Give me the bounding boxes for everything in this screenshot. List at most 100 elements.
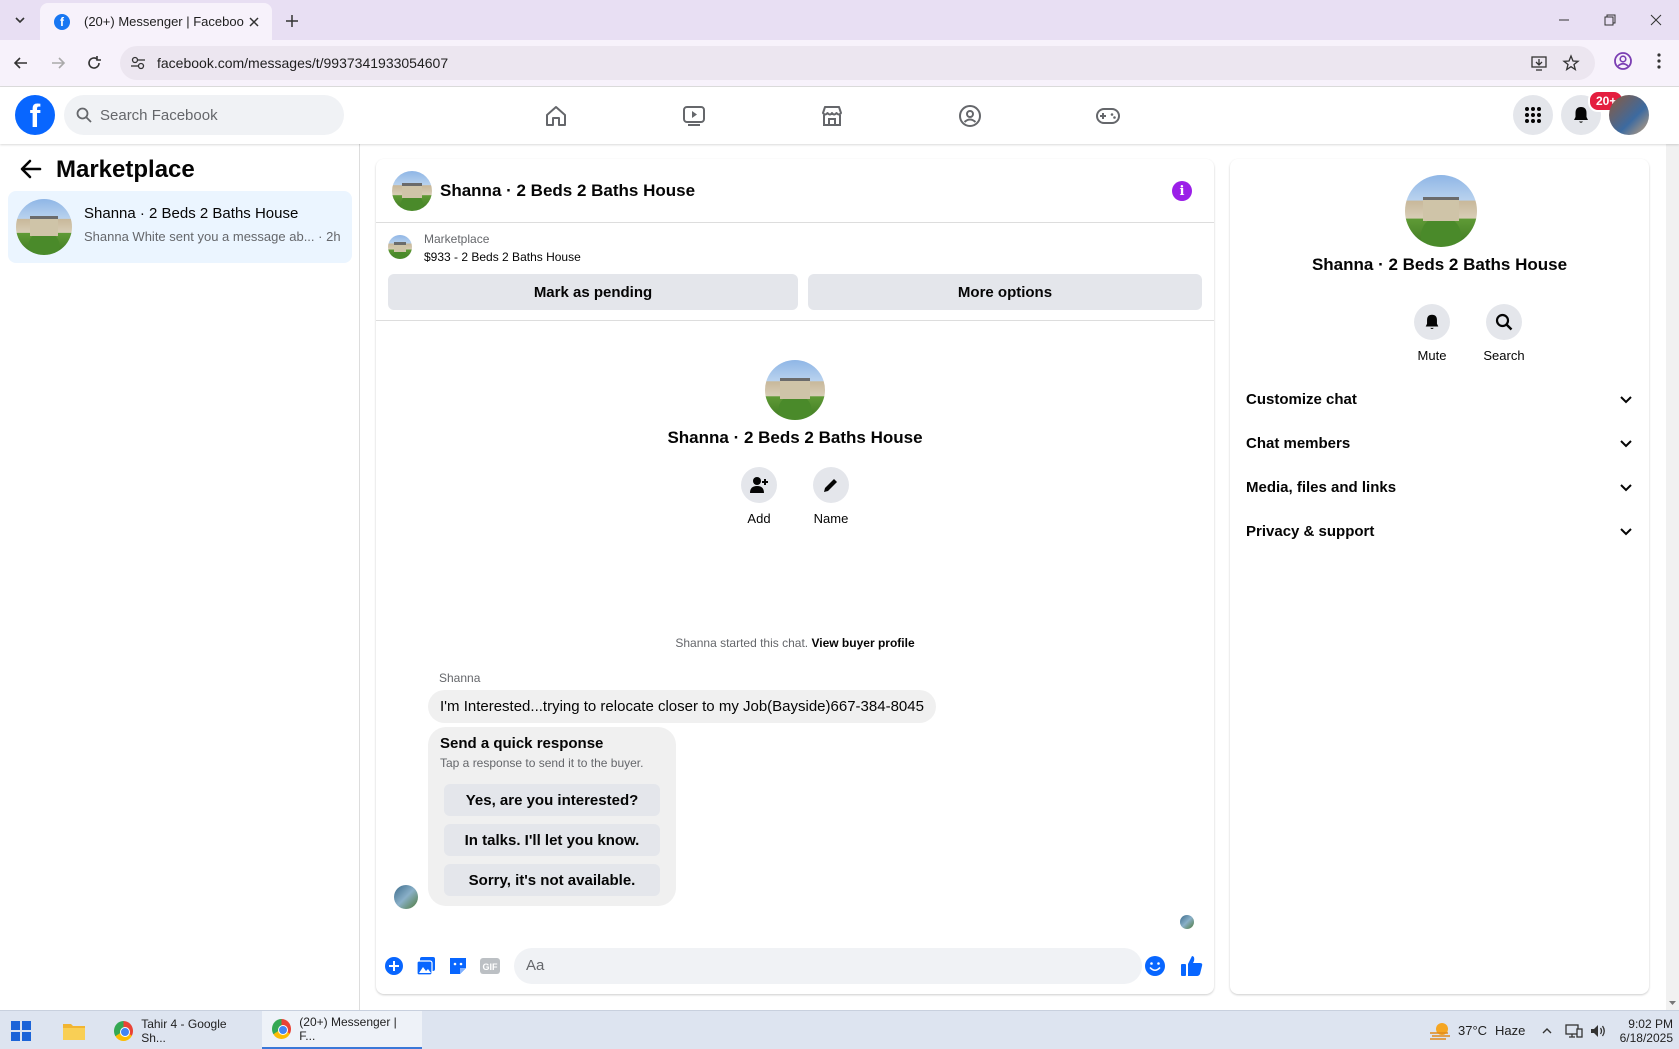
sender-name: Shanna: [439, 671, 481, 685]
network-icon[interactable]: [1565, 1011, 1583, 1049]
taskbar-item-label: (20+) Messenger | F...: [299, 1015, 397, 1043]
info-name: Shanna · 2 Beds 2 Baths House: [1311, 255, 1568, 274]
weather-temp: 37°C: [1458, 1023, 1488, 1038]
menu-grid-icon[interactable]: [1513, 95, 1553, 135]
facebook-header: f Search Facebook 20+: [0, 87, 1679, 144]
bell-icon: [1414, 304, 1450, 340]
chrome-icon: [272, 1019, 292, 1039]
taskbar-item-label: Tahir 4 - Google Sh...: [141, 1016, 227, 1045]
listing-thumbnail[interactable]: [388, 235, 412, 259]
system-clock[interactable]: 9:02 PM 6/18/2025: [1617, 1011, 1673, 1049]
home-icon[interactable]: [536, 96, 576, 136]
more-options-button[interactable]: More options: [808, 274, 1202, 310]
file-explorer-icon[interactable]: [62, 1011, 86, 1049]
back-arrow-icon[interactable]: [20, 158, 42, 180]
address-bar[interactable]: facebook.com/messages/t/9937341933054607: [120, 46, 1595, 80]
video-icon[interactable]: [674, 96, 714, 136]
facebook-favicon-icon: f: [54, 13, 70, 30]
bookmark-star-icon[interactable]: [1562, 54, 1580, 72]
haze-weather-icon: [1430, 1022, 1450, 1040]
search-label: Search: [1483, 348, 1525, 363]
conversation-info-icon[interactable]: i: [1172, 181, 1192, 201]
groups-icon[interactable]: [950, 96, 990, 136]
browser-tab-messenger[interactable]: f (20+) Messenger | Facebook: [40, 3, 272, 40]
message-input[interactable]: Aa: [514, 948, 1165, 984]
mute-button[interactable]: Mute: [1402, 304, 1462, 363]
facebook-logo-icon[interactable]: f: [15, 95, 55, 135]
add-people-button[interactable]: Add: [729, 467, 789, 526]
seen-receipt-avatar: [1180, 915, 1194, 929]
edit-name-button[interactable]: Name: [801, 467, 861, 526]
attach-photo-icon[interactable]: [414, 954, 438, 978]
taskbar-chrome-sheets[interactable]: Tahir 4 - Google Sh...: [104, 1011, 260, 1049]
section-chat-members[interactable]: Chat members: [1238, 423, 1641, 463]
back-icon[interactable]: [9, 51, 33, 75]
section-media-files-links[interactable]: Media, files and links: [1238, 467, 1641, 507]
message-bubble[interactable]: I'm Interested...trying to relocate clos…: [428, 690, 936, 723]
sender-avatar[interactable]: [394, 885, 418, 909]
conversation-name: Shanna · 2 Beds 2 Baths House: [84, 205, 299, 222]
info-avatar: [1405, 175, 1477, 247]
minimize-icon[interactable]: [1541, 6, 1587, 34]
magnifier-icon: [1486, 304, 1522, 340]
chat-started-notice: Shanna started this chat. View buyer pro…: [675, 636, 915, 650]
like-thumb-icon[interactable]: [1180, 954, 1204, 978]
section-label: Chat members: [1246, 434, 1351, 452]
add-label: Add: [747, 511, 771, 526]
forward-icon[interactable]: [46, 51, 70, 75]
quick-reply-button[interactable]: Yes, are you interested?: [444, 784, 660, 816]
new-tab-icon[interactable]: [281, 10, 303, 32]
chat-title[interactable]: Shanna · 2 Beds 2 Baths House: [440, 181, 695, 201]
taskbar-chrome-messenger[interactable]: (20+) Messenger | F...: [262, 1011, 422, 1049]
chrome-icon: [114, 1020, 134, 1041]
listing-title[interactable]: $933 - 2 Beds 2 Baths House: [424, 250, 581, 264]
name-label: Name: [813, 511, 849, 526]
marketplace-icon[interactable]: [812, 96, 852, 136]
quick-reply-button[interactable]: Sorry, it's not available.: [444, 864, 660, 896]
windows-taskbar: Tahir 4 - Google Sh... (20+) Messenger |…: [0, 1010, 1679, 1049]
weather-widget[interactable]: 37°C Haze: [1428, 1011, 1525, 1049]
tab-close-icon[interactable]: [244, 12, 264, 32]
conversation-avatar: [16, 199, 72, 255]
install-app-icon[interactable]: [1530, 54, 1548, 72]
section-privacy-support[interactable]: Privacy & support: [1238, 511, 1641, 551]
gif-icon[interactable]: GIF: [478, 954, 502, 978]
more-actions-plus-icon[interactable]: [382, 954, 406, 978]
search-placeholder: Search Facebook: [100, 106, 218, 124]
show-hidden-icons-icon[interactable]: [1541, 1011, 1553, 1049]
volume-icon[interactable]: [1589, 1011, 1607, 1049]
search-icon: [76, 107, 92, 123]
tab-search-icon[interactable]: [8, 8, 32, 32]
sticker-icon[interactable]: [446, 954, 470, 978]
chat-avatar[interactable]: [392, 171, 432, 211]
conversation-info-pane: Shanna · 2 Beds 2 Baths House Mute Searc…: [1230, 159, 1649, 994]
search-in-chat-button[interactable]: Search: [1474, 304, 1534, 363]
window-close-icon[interactable]: [1633, 6, 1679, 34]
gaming-icon[interactable]: [1088, 96, 1128, 136]
message-composer: GIF Aa: [376, 938, 1214, 994]
browser-menu-icon[interactable]: [1649, 51, 1669, 71]
section-customize-chat[interactable]: Customize chat: [1238, 379, 1641, 419]
view-buyer-profile-link[interactable]: View buyer profile: [811, 636, 914, 650]
conversation-item[interactable]: Shanna · 2 Beds 2 Baths House Shanna Whi…: [8, 191, 352, 263]
pencil-icon: [813, 467, 849, 503]
site-settings-icon[interactable]: [130, 55, 146, 71]
restore-icon[interactable]: [1587, 6, 1633, 34]
section-label: Privacy & support: [1246, 522, 1375, 540]
emoji-icon[interactable]: [1144, 955, 1166, 977]
mark-as-pending-button[interactable]: Mark as pending: [388, 274, 798, 310]
page-scrollbar[interactable]: [1666, 87, 1679, 1010]
message-placeholder: Aa: [526, 957, 545, 974]
reload-icon[interactable]: [82, 51, 106, 75]
pane-title: Marketplace: [56, 156, 195, 183]
start-button[interactable]: [10, 1011, 32, 1049]
browser-profile-icon[interactable]: [1613, 51, 1633, 71]
intro-avatar: [765, 360, 825, 420]
quick-reply-button[interactable]: In talks. I'll let you know.: [444, 824, 660, 856]
account-avatar[interactable]: [1609, 95, 1649, 135]
browser-toolbar: facebook.com/messages/t/9937341933054607: [0, 40, 1679, 87]
browser-tab-strip: f (20+) Messenger | Facebook: [0, 0, 1679, 40]
weather-condition: Haze: [1495, 1023, 1526, 1038]
facebook-search-input[interactable]: Search Facebook: [64, 95, 344, 135]
section-label: Media, files and links: [1246, 478, 1397, 496]
